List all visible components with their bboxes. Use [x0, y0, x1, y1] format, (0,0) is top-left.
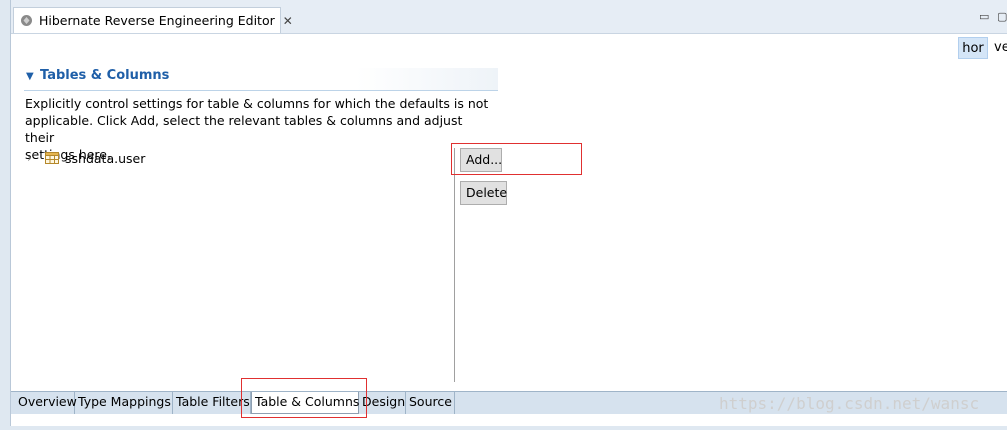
hibernate-icon: [20, 14, 33, 28]
tree-item-label: sshdata.user: [65, 150, 146, 166]
tab-type-mappings[interactable]: Type Mappings: [75, 392, 173, 414]
section-title: Tables & Columns: [40, 68, 170, 83]
maximize-icon[interactable]: ▢: [997, 10, 1007, 23]
table-icon: [45, 152, 59, 164]
section-header[interactable]: ▼ Tables & Columns: [24, 68, 498, 91]
editor-tab-bar: Hibernate Reverse Engineering Editor ✕ ▭…: [11, 0, 1007, 34]
tab-design[interactable]: Design: [359, 392, 406, 414]
vertical-layout-toggle[interactable]: ve: [994, 37, 1007, 59]
horizontal-layout-toggle[interactable]: hor: [958, 37, 988, 59]
editor-frame: Hibernate Reverse Engineering Editor ✕ ▭…: [10, 0, 1007, 426]
editor-tab-title: Hibernate Reverse Engineering Editor: [39, 13, 275, 28]
delete-button[interactable]: Delete: [460, 181, 507, 205]
tab-source[interactable]: Source: [406, 392, 455, 414]
watermark: https://blog.csdn.net/wansc: [719, 394, 980, 413]
tab-overview[interactable]: Overview: [15, 392, 77, 414]
close-tab-icon[interactable]: ✕: [283, 14, 293, 28]
pane-divider[interactable]: [454, 148, 455, 382]
tree-expand-icon[interactable]: ›: [27, 151, 41, 165]
section-expand-icon[interactable]: ▼: [26, 71, 34, 82]
tab-table-filters[interactable]: Table Filters: [173, 392, 251, 414]
editor-tab[interactable]: Hibernate Reverse Engineering Editor ✕: [13, 7, 293, 33]
minimize-icon[interactable]: ▭: [979, 10, 989, 23]
bottom-strip: [0, 426, 1007, 430]
tab-table-columns[interactable]: Table & Columns: [251, 392, 359, 414]
tree-item[interactable]: › sshdata.user: [27, 149, 145, 167]
add-button[interactable]: Add...: [460, 148, 502, 172]
